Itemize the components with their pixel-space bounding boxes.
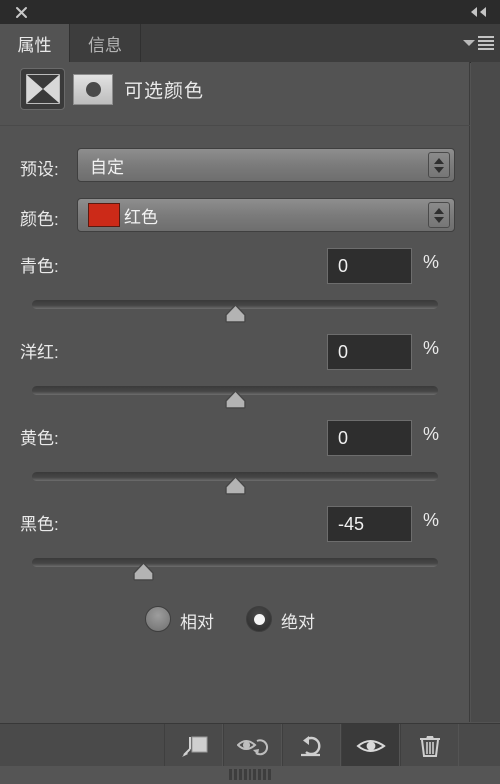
reset-button[interactable] bbox=[282, 724, 341, 767]
slider-row-yellow: 黄色: 0 % bbox=[0, 420, 470, 510]
panel-right-gutter bbox=[471, 62, 500, 722]
cyan-value: 0 bbox=[338, 255, 349, 276]
color-select[interactable]: 红色 bbox=[77, 198, 455, 232]
slider-thumb-glyph bbox=[224, 304, 246, 323]
mask-dot-icon bbox=[85, 82, 101, 97]
yellow-input[interactable]: 0 bbox=[327, 420, 412, 456]
header-divider bbox=[0, 125, 470, 126]
layer-mask-thumbnail[interactable] bbox=[73, 74, 113, 105]
toggle-previous-state-button[interactable] bbox=[223, 724, 282, 767]
tab-properties-label: 属性 bbox=[17, 35, 52, 55]
double-chevron-left-icon[interactable] bbox=[466, 0, 492, 24]
eye-previous-state-icon bbox=[236, 738, 268, 755]
method-radio-group: 相对 绝对 bbox=[0, 600, 470, 644]
double-chevron-glyph bbox=[471, 7, 486, 17]
slider-thumb-glyph bbox=[133, 562, 154, 581]
black-value: -45 bbox=[338, 513, 365, 534]
chevron-down-icon bbox=[463, 40, 475, 46]
magenta-value: 0 bbox=[338, 341, 349, 362]
yellow-value: 0 bbox=[338, 427, 349, 448]
color-swatch bbox=[88, 203, 120, 227]
yellow-unit: % bbox=[423, 424, 440, 444]
clip-to-layer-button[interactable] bbox=[164, 724, 223, 767]
tab-info[interactable]: 信息 bbox=[69, 24, 141, 62]
resize-grip[interactable] bbox=[229, 769, 272, 780]
radio-absolute-label: 绝对 bbox=[281, 613, 315, 632]
panel-toolbar bbox=[0, 723, 500, 767]
magenta-label: 洋红: bbox=[20, 343, 59, 362]
radio-absolute[interactable] bbox=[246, 606, 272, 632]
close-icon[interactable] bbox=[8, 0, 34, 24]
preset-value: 自定 bbox=[90, 157, 124, 177]
preset-select[interactable]: 自定 bbox=[77, 148, 455, 182]
cyan-input[interactable]: 0 bbox=[327, 248, 412, 284]
cyan-label: 青色: bbox=[20, 257, 59, 276]
slider-row-black: 黑色: -45 % bbox=[0, 506, 470, 596]
magenta-unit: % bbox=[423, 338, 440, 358]
black-input[interactable]: -45 bbox=[327, 506, 412, 542]
toggle-visibility-button[interactable] bbox=[341, 724, 400, 767]
yellow-label: 黄色: bbox=[20, 429, 59, 448]
delete-button[interactable] bbox=[400, 724, 459, 767]
cyan-unit: % bbox=[423, 252, 440, 272]
preset-stepper-icon[interactable] bbox=[428, 152, 450, 178]
yellow-thumb[interactable] bbox=[224, 476, 247, 495]
slider-row-magenta: 洋红: 0 % bbox=[0, 334, 470, 424]
radio-relative-label: 相对 bbox=[180, 613, 214, 632]
magenta-thumb[interactable] bbox=[224, 390, 247, 409]
cyan-thumb[interactable] bbox=[224, 304, 247, 323]
properties-panel: 属性 信息 可选颜色 预设: 自定 颜色: 红色 青色: 0 % 洋红: 0 %… bbox=[0, 0, 500, 784]
close-glyph bbox=[15, 6, 27, 18]
panel-menu-button[interactable] bbox=[454, 24, 494, 62]
slider-thumb-glyph bbox=[224, 390, 246, 409]
slider-row-cyan: 青色: 0 % bbox=[0, 248, 470, 338]
panel-tabbar: 属性 信息 bbox=[0, 24, 500, 63]
black-track[interactable] bbox=[32, 558, 438, 567]
clip-to-layer-icon bbox=[181, 736, 207, 757]
color-stepper-icon[interactable] bbox=[428, 202, 450, 228]
page-title: 可选颜色 bbox=[124, 81, 205, 102]
radio-relative[interactable] bbox=[145, 606, 171, 632]
trash-icon bbox=[419, 735, 440, 757]
selective-color-glyph bbox=[25, 74, 60, 104]
reset-arrow-icon bbox=[300, 735, 320, 756]
black-label: 黑色: bbox=[20, 515, 59, 534]
selective-color-icon[interactable] bbox=[20, 68, 65, 110]
magenta-input[interactable]: 0 bbox=[327, 334, 412, 370]
color-value: 红色 bbox=[124, 207, 158, 227]
black-thumb[interactable] bbox=[132, 562, 155, 581]
color-label: 颜色: bbox=[20, 210, 59, 229]
slider-thumb-glyph bbox=[224, 476, 246, 495]
eye-icon bbox=[355, 739, 386, 752]
preset-label: 预设: bbox=[20, 160, 59, 179]
black-unit: % bbox=[423, 510, 440, 530]
panel-titlebar bbox=[0, 0, 500, 24]
tab-info-label: 信息 bbox=[88, 35, 122, 55]
tab-properties[interactable]: 属性 bbox=[0, 24, 69, 62]
hamburger-menu-icon bbox=[478, 36, 494, 50]
